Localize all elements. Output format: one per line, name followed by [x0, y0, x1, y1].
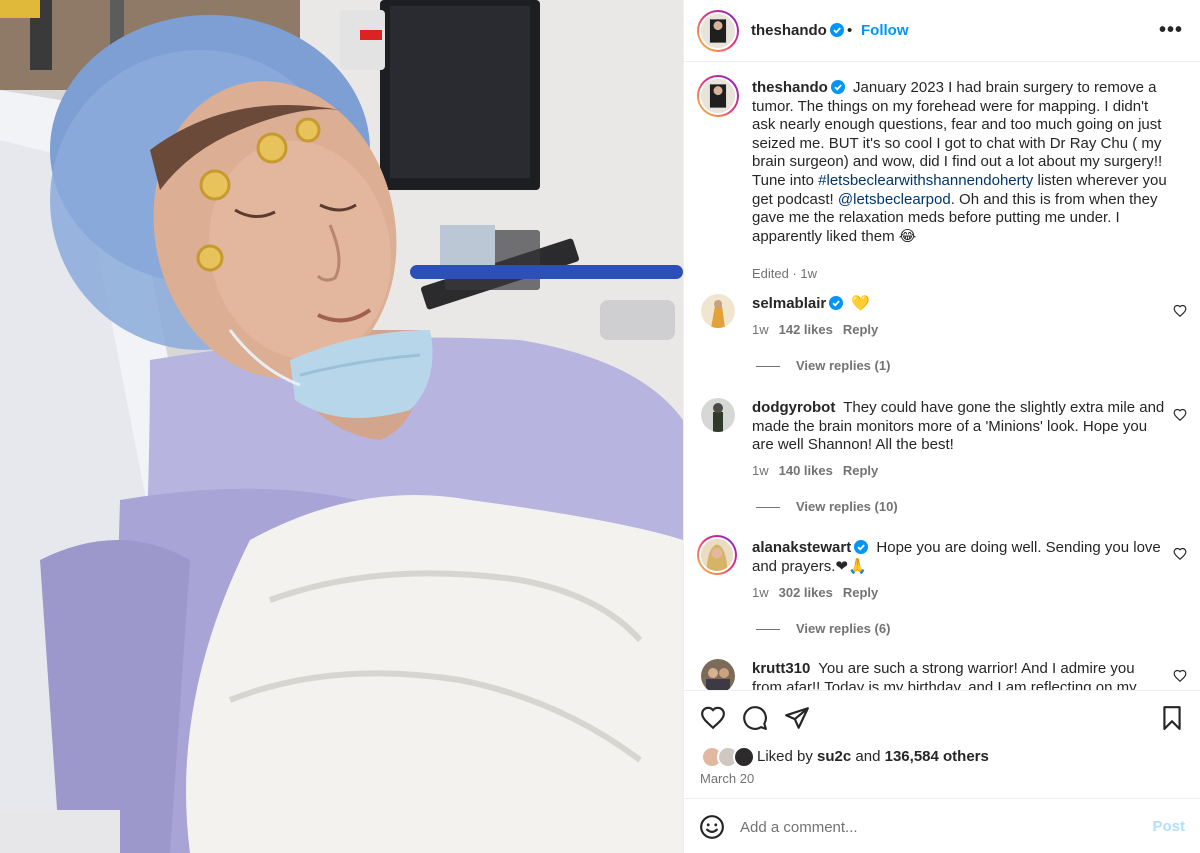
comment-username-text: selmablair	[752, 295, 827, 312]
post-header: theshando • Follow •••	[684, 0, 1200, 62]
caption-username[interactable]: theshando	[752, 79, 845, 96]
commenter-avatar[interactable]	[701, 294, 735, 328]
view-replies-button[interactable]: View replies (10)	[756, 499, 898, 514]
comment-time: 1w	[752, 463, 769, 478]
comment-body: 💛	[851, 295, 871, 312]
view-replies-label: View replies (6)	[796, 621, 891, 636]
reply-button[interactable]: Reply	[843, 585, 878, 600]
comment-meta: 1w 142 likes Reply	[752, 322, 878, 337]
liked-by-prefix: Liked by	[757, 748, 813, 765]
replies-divider-line	[756, 366, 780, 368]
comment-input[interactable]	[740, 815, 1130, 839]
comment-text: selmablair 💛	[752, 295, 1168, 314]
liked-by-and: and	[855, 748, 881, 765]
comment-meta: 1w 302 likes Reply	[752, 585, 878, 600]
caption-meta: Edited · 1w	[752, 266, 818, 281]
comment-time: 1w	[752, 585, 769, 600]
comment-likes[interactable]: 302 likes	[779, 585, 833, 600]
comment-bubble-icon[interactable]	[742, 705, 768, 731]
comment-time: 1w	[752, 322, 769, 337]
mention-link[interactable]: @letsbeclearpod	[838, 191, 951, 208]
emoji-smiley-icon[interactable]	[699, 814, 725, 840]
caption-avatar[interactable]	[697, 75, 739, 117]
commenter-avatar[interactable]	[697, 535, 737, 575]
comment-likes[interactable]: 140 likes	[779, 463, 833, 478]
like-comment-heart-icon[interactable]	[1173, 408, 1187, 422]
comment-text: krutt310 You are such a strong warrior! …	[752, 660, 1168, 690]
verified-badge-icon	[829, 23, 844, 37]
comment-likes[interactable]: 142 likes	[779, 322, 833, 337]
commenter-avatar[interactable]	[701, 659, 735, 690]
instagram-post: theshando • Follow ••• theshando January…	[0, 0, 1200, 853]
reply-button[interactable]: Reply	[843, 322, 878, 337]
avatar-icon	[701, 539, 733, 571]
save-bookmark-icon[interactable]	[1159, 705, 1185, 731]
caption-username-text: theshando	[752, 79, 828, 96]
author-username[interactable]: theshando	[751, 22, 844, 39]
avatar-icon	[701, 14, 735, 48]
like-comment-heart-icon[interactable]	[1173, 547, 1187, 561]
replies-divider-line	[756, 629, 780, 631]
avatar-icon	[701, 294, 735, 328]
comment-username[interactable]: alanakstewart	[752, 539, 869, 556]
avatar-icon	[701, 79, 735, 113]
like-heart-icon[interactable]	[700, 705, 726, 731]
author-avatar[interactable]	[697, 10, 739, 52]
post-comment-button[interactable]: Post	[1152, 818, 1185, 835]
hospital-photo-illustration	[0, 0, 683, 853]
post-actions: Liked by su2c and 136,584 others March 2…	[684, 690, 1200, 798]
author-username-text: theshando	[751, 22, 827, 39]
share-send-icon[interactable]	[784, 705, 810, 731]
hashtag-link[interactable]: #letsbeclearwithshannendoherty	[818, 172, 1033, 189]
replies-divider-line	[756, 507, 780, 509]
reply-button[interactable]: Reply	[843, 463, 878, 478]
comment-username[interactable]: selmablair	[752, 295, 844, 312]
more-options-icon[interactable]: •••	[1159, 20, 1183, 40]
avatar-icon	[701, 398, 735, 432]
comment-username[interactable]: krutt310	[752, 660, 810, 677]
post-details-panel: theshando • Follow ••• theshando January…	[683, 0, 1200, 853]
like-comment-heart-icon[interactable]	[1173, 669, 1187, 683]
liked-by-user[interactable]: su2c	[817, 748, 851, 765]
avatar-icon	[701, 659, 735, 690]
liker-avatars	[701, 746, 755, 768]
comment-username[interactable]: dodgyrobot	[752, 399, 835, 416]
commenter-avatar[interactable]	[701, 398, 735, 432]
comment-meta: 1w 140 likes Reply	[752, 463, 878, 478]
view-replies-label: View replies (10)	[796, 499, 898, 514]
comment-composer: Post	[684, 798, 1200, 853]
post-photo[interactable]	[0, 0, 683, 853]
verified-badge-icon	[829, 296, 844, 310]
comment-text: dodgyrobot They could have gone the slig…	[752, 399, 1168, 455]
liked-by-summary: Liked by su2c and 136,584 others	[757, 748, 989, 765]
verified-badge-icon	[830, 80, 845, 94]
view-replies-button[interactable]: View replies (1)	[756, 358, 890, 373]
view-replies-label: View replies (1)	[796, 358, 891, 373]
separator-dot: •	[847, 22, 853, 39]
post-date[interactable]: March 20	[700, 771, 754, 786]
comment-username-text: alanakstewart	[752, 539, 852, 556]
comments-list[interactable]: theshando January 2023 I had brain surge…	[684, 63, 1200, 690]
like-comment-heart-icon[interactable]	[1173, 304, 1187, 318]
liked-by-others[interactable]: 136,584 others	[885, 748, 989, 765]
caption-text: theshando January 2023 I had brain surge…	[752, 79, 1168, 246]
verified-badge-icon	[854, 540, 869, 554]
comment-text: alanakstewart Hope you are doing well. S…	[752, 539, 1168, 576]
follow-button[interactable]: Follow	[861, 22, 909, 39]
view-replies-button[interactable]: View replies (6)	[756, 621, 890, 636]
